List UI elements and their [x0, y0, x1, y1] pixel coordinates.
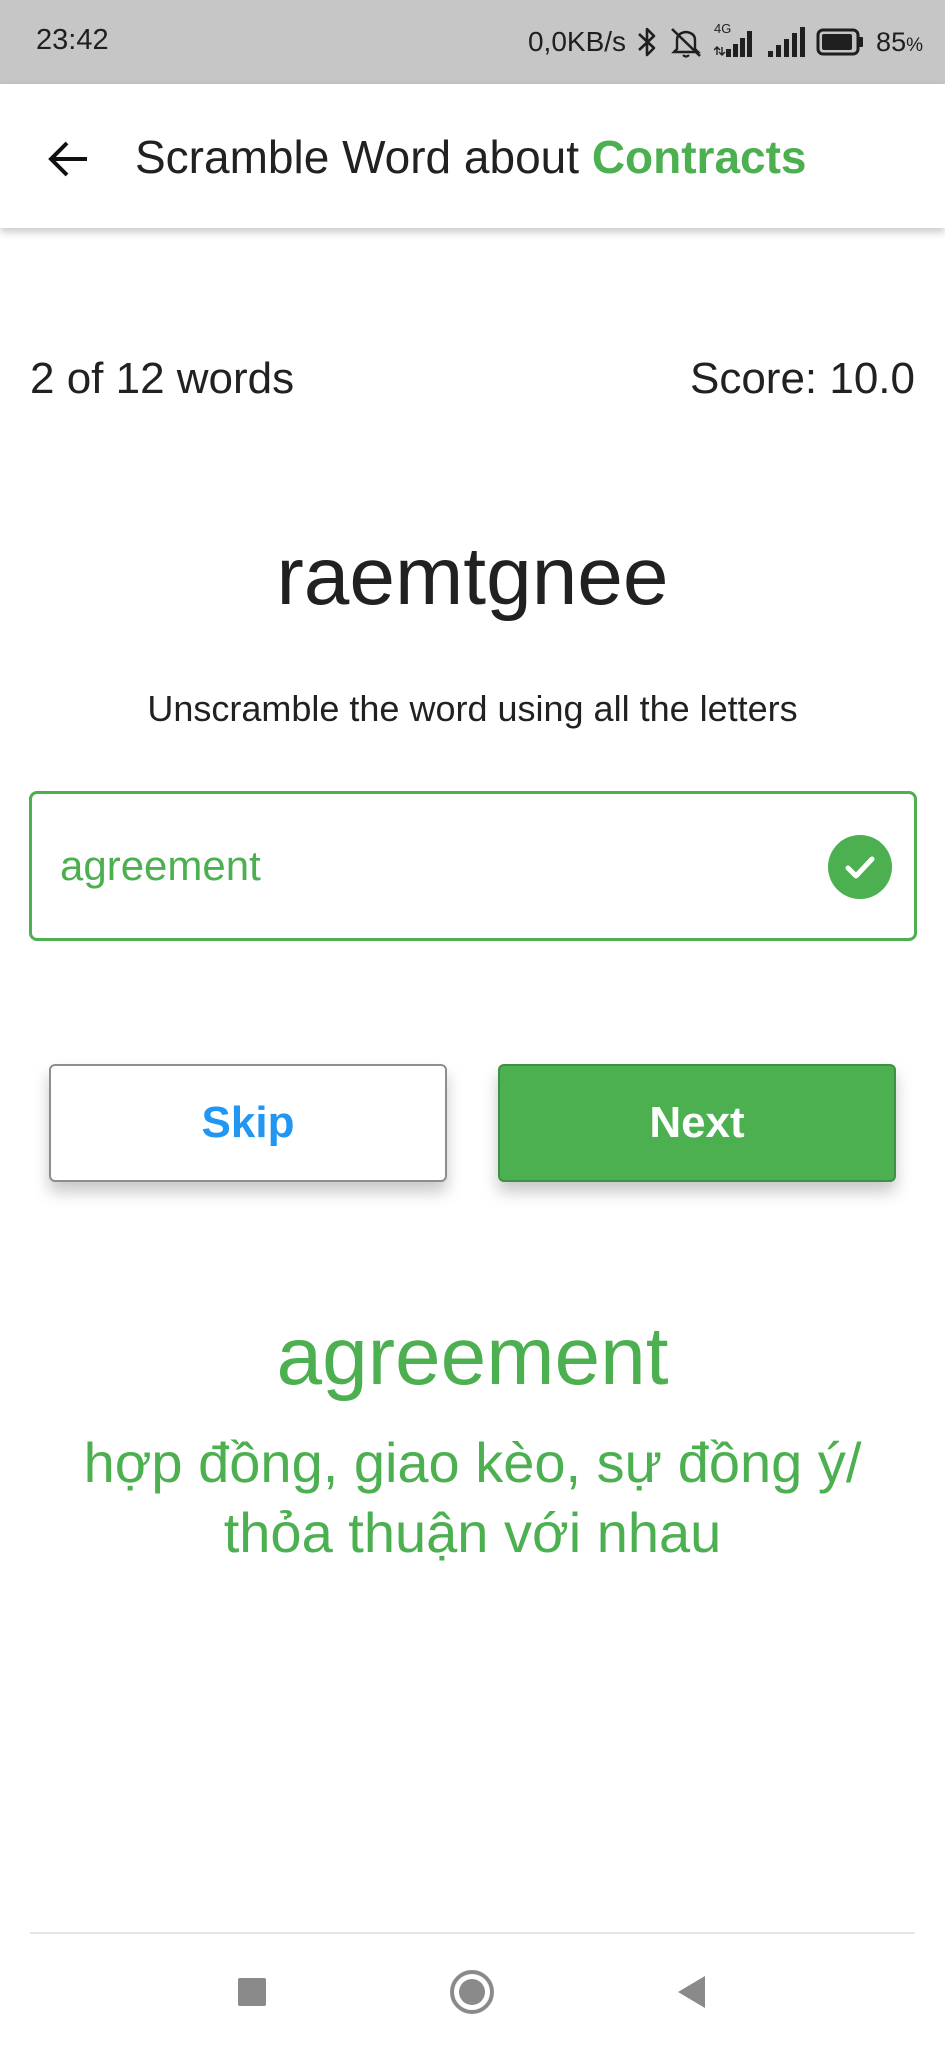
meaning-line-1: hợp đồng, giao kèo, sự đồng ý/ [83, 1431, 862, 1494]
bluetooth-icon [636, 25, 658, 59]
revealed-word: agreement [276, 1311, 669, 1402]
answer-input[interactable] [60, 838, 820, 894]
home-circle-icon [450, 1970, 494, 2014]
skip-button[interactable]: Skip [49, 1064, 447, 1182]
title-prefix: Scramble Word about [135, 131, 592, 183]
answer-field[interactable] [29, 791, 917, 941]
back-triangle-icon [678, 1976, 705, 2008]
home-button[interactable] [444, 1964, 500, 2020]
network-label: 4G [714, 21, 732, 36]
word-progress: 2 of 12 words [30, 354, 295, 403]
status-bar: 23:42 0,0KB/s 4G 85% [0, 0, 945, 84]
title-topic: Contracts [591, 131, 807, 183]
instruction-text: Unscramble the word using all the letter… [147, 688, 798, 729]
system-nav-bar [0, 1934, 945, 2048]
signal-icon: 4G [714, 21, 756, 59]
back-button[interactable] [36, 126, 102, 192]
app-bar: Scramble Word about Contracts [0, 84, 945, 228]
page-title: Scramble Word about Contracts [135, 130, 807, 184]
word-meaning: hợp đồng, giao kèo, sự đồng ý/ thỏa thuậ… [40, 1428, 905, 1568]
battery-level: 85% [876, 26, 923, 57]
check-circle-icon [828, 835, 892, 899]
mute-icon [668, 25, 704, 59]
status-icons: 0,0KB/s 4G 85% [528, 20, 923, 64]
signal-icon [766, 25, 806, 59]
recents-square-icon [238, 1978, 266, 2006]
nav-back-button[interactable] [664, 1964, 720, 2020]
scrambled-word: raemtgnee [276, 531, 669, 622]
recents-button[interactable] [224, 1964, 280, 2020]
status-time: 23:42 [36, 24, 109, 56]
battery-icon [816, 27, 864, 57]
score-label: Score: 10.0 [689, 354, 915, 403]
back-arrow-icon [48, 141, 87, 177]
meaning-line-2: thỏa thuận với nhau [223, 1501, 722, 1564]
next-button[interactable]: Next [498, 1064, 896, 1182]
net-speed: 0,0KB/s [527, 26, 627, 57]
